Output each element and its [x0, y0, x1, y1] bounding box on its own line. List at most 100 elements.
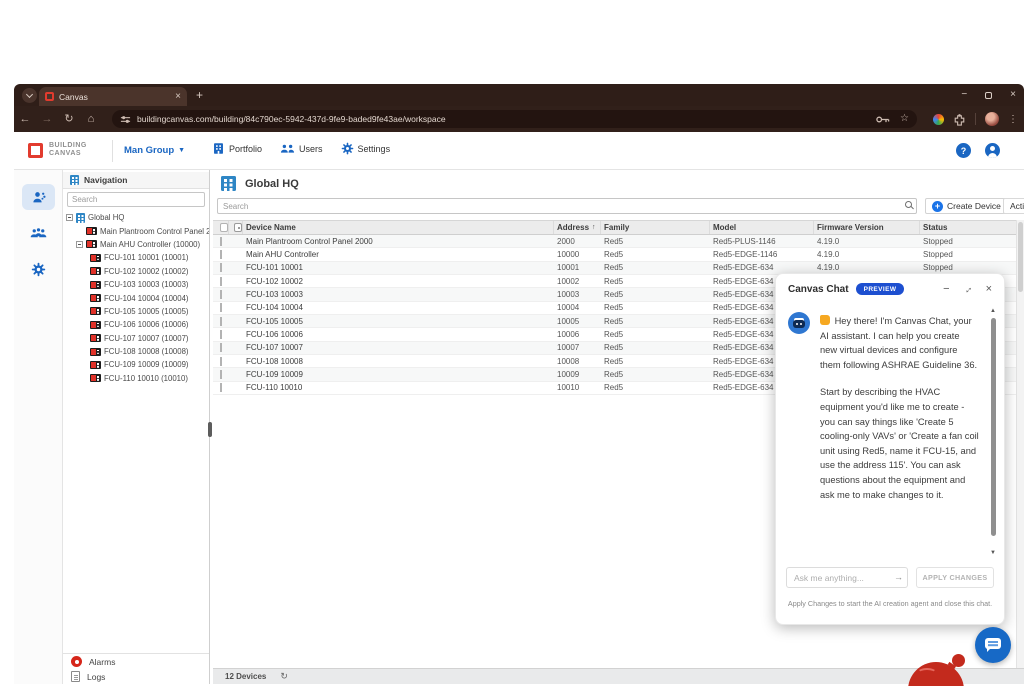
site-info-icon[interactable] — [120, 114, 131, 125]
tree-item[interactable]: FCU-102 10002 (10002) — [63, 265, 209, 278]
home-button[interactable]: ⌂ — [80, 114, 102, 125]
chat-scrollbar[interactable]: ▲ ▼ — [989, 308, 998, 556]
column-model[interactable]: Model — [710, 221, 814, 234]
table-scrollbar[interactable] — [1016, 220, 1024, 668]
device-icon — [90, 281, 101, 289]
table-row[interactable]: Main Plantroom Control Panel 20002000Red… — [213, 235, 1016, 248]
refresh-icon[interactable]: ↻ — [280, 671, 288, 682]
tree-item-label: FCU-103 10003 (10003) — [104, 280, 189, 289]
extensions-puzzle-icon[interactable] — [953, 113, 966, 126]
password-key-icon[interactable] — [876, 115, 890, 124]
tree-item[interactable]: FCU-101 10001 (10001) — [63, 251, 209, 264]
rail-users-button[interactable] — [22, 220, 55, 246]
chat-fab-button[interactable] — [975, 627, 1011, 663]
device-icon — [90, 348, 101, 356]
tree-item[interactable]: FCU-106 10006 (10006) — [63, 318, 209, 331]
nav-portfolio[interactable]: Portfolio — [212, 142, 262, 155]
row-checkbox[interactable] — [220, 290, 222, 299]
forward-button[interactable]: → — [36, 114, 58, 125]
row-checkbox[interactable] — [220, 330, 222, 339]
tree-item[interactable]: FCU-107 10007 (10007) — [63, 332, 209, 345]
logs-item[interactable]: Logs — [63, 669, 209, 684]
chat-input[interactable] — [786, 567, 908, 588]
column-status[interactable]: Status — [920, 221, 1016, 234]
column-device-name[interactable]: Device Name — [243, 221, 554, 234]
new-tab-button[interactable]: + — [196, 88, 203, 102]
window-maximize-button[interactable] — [985, 92, 992, 99]
tree-item[interactable]: Main AHU Controller (10000) — [63, 238, 209, 251]
org-selector[interactable]: Man Group ▼ — [124, 145, 185, 156]
alarms-item[interactable]: Alarms — [63, 654, 209, 669]
tree-item[interactable]: Main Plantroom Control Panel 2000 (2000) — [63, 224, 209, 237]
cell-address: 10000 — [554, 250, 601, 259]
chat-scrollbar-thumb[interactable] — [991, 318, 996, 536]
column-family[interactable]: Family — [601, 221, 710, 234]
row-checkbox[interactable] — [220, 250, 222, 259]
chat-close-icon[interactable]: × — [986, 283, 992, 295]
scrollbar-thumb[interactable] — [1018, 222, 1023, 292]
row-checkbox[interactable] — [220, 317, 222, 326]
tree-expander-icon[interactable] — [66, 214, 73, 221]
row-checkbox[interactable] — [220, 303, 222, 312]
row-checkbox[interactable] — [220, 277, 222, 286]
tree-item[interactable]: FCU-105 10005 (10005) — [63, 305, 209, 318]
scroll-up-icon[interactable]: ▲ — [990, 308, 996, 314]
reload-button[interactable]: ↻ — [58, 114, 80, 125]
search-icon[interactable] — [905, 201, 912, 208]
create-device-button[interactable]: + Create Device — [925, 198, 1008, 214]
row-checkbox[interactable] — [220, 237, 222, 246]
profile-avatar[interactable] — [985, 112, 999, 126]
tree-item[interactable]: FCU-110 10010 (10010) — [63, 372, 209, 385]
bookmark-star-icon[interactable]: ☆ — [900, 114, 909, 124]
tree-expander-icon[interactable] — [76, 241, 83, 248]
tree-item[interactable]: Global HQ — [63, 211, 209, 224]
device-search-input[interactable] — [217, 198, 917, 214]
row-checkbox[interactable] — [220, 370, 222, 379]
rail-workspace-button[interactable] — [22, 184, 55, 210]
building-canvas-logo-icon — [28, 143, 43, 158]
window-minimize-button[interactable]: − — [961, 90, 967, 100]
tree-item[interactable]: FCU-103 10003 (10003) — [63, 278, 209, 291]
apply-changes-button[interactable]: APPLY CHANGES — [916, 567, 994, 588]
row-checkbox[interactable] — [220, 343, 222, 352]
column-address[interactable]: Address↑ — [554, 221, 601, 234]
tree-item-label: FCU-101 10001 (10001) — [104, 253, 189, 262]
tab-close-icon[interactable]: × — [175, 92, 181, 102]
help-icon[interactable]: ? — [956, 143, 971, 158]
table-row[interactable]: Main AHU Controller10000Red5Red5-EDGE-11… — [213, 248, 1016, 261]
nav-portfolio-label: Portfolio — [229, 144, 262, 154]
browser-menu-icon[interactable]: ⋮ — [1008, 114, 1018, 125]
panel-splitter-handle[interactable] — [208, 422, 212, 437]
tree-item[interactable]: FCU-104 10004 (10004) — [63, 291, 209, 304]
back-button[interactable]: ← — [14, 114, 36, 125]
tree-item[interactable]: FCU-108 10008 (10008) — [63, 345, 209, 358]
rail-settings-button[interactable] — [22, 256, 55, 282]
device-icon — [90, 254, 101, 262]
row-checkbox[interactable] — [220, 383, 222, 392]
tree-item[interactable]: FCU-109 10009 (10009) — [63, 358, 209, 371]
cell-firmware: 4.19.0 — [814, 237, 920, 246]
brand-logo-block[interactable]: BUILDINGCANVAS — [28, 142, 87, 158]
cell-address: 10004 — [554, 303, 601, 312]
row-checkbox[interactable] — [220, 263, 222, 272]
select-all-checkbox[interactable] — [220, 223, 228, 232]
row-checkbox[interactable] — [220, 357, 222, 366]
plus-icon: + — [932, 201, 943, 212]
scroll-down-icon[interactable]: ▼ — [990, 550, 996, 556]
nav-settings[interactable]: Settings — [341, 142, 391, 155]
window-close-button[interactable]: × — [1010, 90, 1016, 100]
tree-item-label: FCU-109 10009 (10009) — [104, 360, 189, 369]
tree-search-input[interactable] — [67, 192, 205, 207]
browser-theme-icon[interactable] — [933, 114, 944, 125]
send-arrow-icon[interactable]: → — [894, 572, 903, 582]
action-dropdown-button[interactable]: Action ▼ — [1003, 198, 1024, 214]
address-bar[interactable]: buildingcanvas.com/building/84c790ec-594… — [112, 110, 917, 128]
device-icon — [86, 240, 97, 248]
tab-search-button[interactable] — [22, 88, 37, 103]
browser-tab[interactable]: Canvas × — [39, 87, 187, 106]
column-firmware[interactable]: Firmware Version — [814, 221, 920, 234]
nav-users[interactable]: Users — [280, 143, 323, 154]
account-icon[interactable] — [985, 143, 1000, 158]
chat-expand-icon[interactable]: ↔ — [960, 282, 975, 297]
chat-minimize-icon[interactable]: − — [943, 285, 949, 293]
